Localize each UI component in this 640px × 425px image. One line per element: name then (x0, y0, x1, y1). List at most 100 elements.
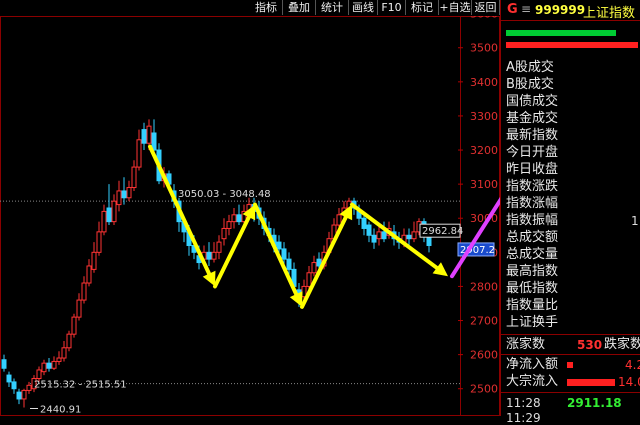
candle-body-24 (121, 190, 127, 199)
stock-code: 999999 (535, 3, 586, 17)
candle-body-61 (306, 272, 312, 287)
divider-1 (501, 334, 640, 335)
candle-body-74 (371, 234, 377, 243)
toolbar-overlay-button[interactable]: 叠加 (283, 0, 316, 15)
candle-body-14 (71, 316, 77, 335)
toolbar-statistics-button[interactable]: 统计 (316, 0, 349, 15)
stat-label-5: 今日开盘 (506, 145, 559, 160)
candle-body-29 (146, 125, 152, 144)
candle-body-20 (101, 210, 107, 233)
y-tick-label-9: 2700 (470, 315, 498, 328)
candle-body-9 (46, 362, 52, 369)
toolbar-add-favorite-button[interactable]: +自选 (439, 0, 472, 15)
candle-body-13 (66, 333, 72, 349)
header-bar-red (506, 42, 638, 48)
candle-body-46 (231, 214, 237, 223)
menu-icon[interactable]: ≡ (521, 2, 531, 16)
arrow-down-2-shaft (253, 202, 299, 297)
candle-body-41 (206, 251, 212, 260)
trend-arrows (148, 144, 500, 309)
arrow-up-2-shaft (300, 215, 348, 309)
stat-label-6: 昨日收盘 (506, 162, 559, 177)
stat-label-0: A股成交 (506, 60, 554, 75)
candle-body-7 (36, 369, 42, 379)
net-inflow-label: 净流入额 (506, 357, 559, 372)
candle-body-19 (96, 231, 102, 253)
stat-label-7: 指数涨跌 (506, 179, 559, 194)
y-tick-label-4: 3200 (470, 144, 498, 157)
candle-body-72 (361, 217, 367, 229)
candle-body-56 (281, 248, 287, 260)
low-label: 2440.91 (40, 404, 81, 415)
tick-time-1: 11:28 (506, 396, 541, 410)
stat-label-14: 指数量比 (506, 298, 559, 313)
candle-body-43 (216, 241, 222, 253)
rise-count-label: 涨家数 (506, 337, 546, 352)
candle-body-25 (126, 187, 132, 199)
amplitude-value: 1 (631, 214, 639, 228)
candle-body-8 (41, 362, 47, 373)
toolbar-back-button[interactable]: 返回 (472, 0, 500, 15)
candle-body-73 (366, 224, 372, 236)
candle-body-12 (61, 347, 67, 359)
candle-body-11 (56, 357, 62, 362)
stat-label-2: 国债成交 (506, 94, 559, 109)
candle-body-0 (1, 359, 7, 369)
stat-label-4: 最新指数 (506, 128, 559, 143)
candle-body-45 (226, 221, 232, 229)
stat-label-12: 最高指数 (506, 264, 559, 279)
fall-count-label: 跌家数 (604, 337, 640, 352)
header-letter: G (507, 2, 518, 17)
kline-chart[interactable]: 3600350034003300320031003000290028002700… (0, 0, 500, 416)
y-tick-label-3: 3300 (470, 110, 498, 123)
stat-label-11: 总成交量 (506, 247, 559, 262)
candle-body-3 (16, 391, 22, 400)
candle-body-5 (26, 384, 32, 391)
stat-label-3: 基金成交 (506, 111, 559, 126)
stat-label-9: 指数振幅 (506, 213, 559, 228)
y-tick-label-8: 2800 (470, 280, 498, 293)
candle-body-55 (276, 241, 282, 250)
candle-body-23 (116, 190, 122, 206)
y-tick-label-1: 3500 (470, 42, 498, 55)
candle-body-15 (76, 299, 82, 318)
candle-body-60 (301, 285, 307, 298)
candle-body-17 (86, 265, 92, 284)
block-inflow-bar (567, 379, 615, 386)
candle-body-67 (336, 214, 342, 226)
toolbar-f10-button[interactable]: F10 (378, 0, 406, 15)
stock-name: 上证指数 (583, 6, 636, 21)
toolbar-mark-button[interactable]: 标记 (406, 0, 439, 15)
stat-label-10: 总成交额 (506, 230, 559, 245)
candle-body-82 (411, 231, 417, 240)
y-tick-label-2: 3400 (470, 76, 498, 89)
toolbar-draw-line-button[interactable]: 画线 (349, 0, 378, 15)
candle-body-57 (286, 258, 292, 270)
block-inflow-value: 14.0 (618, 375, 640, 389)
candle-body-18 (91, 251, 97, 270)
divider-3 (501, 392, 640, 393)
divider-2 (501, 354, 640, 355)
toolbar-indicator-button[interactable]: 指标 (250, 0, 283, 15)
candle-body-42 (211, 251, 217, 260)
stat-label-8: 指数涨幅 (506, 196, 559, 211)
stat-label-1: B股成交 (506, 77, 554, 92)
arrow-down-1-shaft (148, 144, 212, 276)
stat-label-15: 上证换手 (506, 315, 559, 330)
tick-time-2: 11:29 (506, 411, 541, 425)
y-tick-label-5: 3100 (470, 178, 498, 191)
panel-header[interactable]: G ≡ 999999 上证指数 (501, 0, 640, 21)
candle-body-81 (406, 234, 412, 240)
header-bar-green (506, 30, 616, 36)
quote-panel: G ≡ 999999 上证指数 A股成交 B股成交国债成交基金成交最新指数今日开盘… (500, 0, 640, 425)
candle-body-62 (311, 262, 317, 274)
candlestick-series (1, 119, 432, 408)
candle-body-75 (376, 231, 382, 240)
y-tick-label-11: 2500 (470, 383, 498, 396)
candle-body-27 (136, 139, 142, 168)
candle-body-22 (111, 200, 117, 223)
candle-body-4 (21, 389, 27, 400)
rise-count-value: 530 (577, 338, 603, 352)
price-axis: 3600350034003300320031003000290028002700… (458, 8, 498, 396)
candle-body-1 (6, 374, 12, 383)
